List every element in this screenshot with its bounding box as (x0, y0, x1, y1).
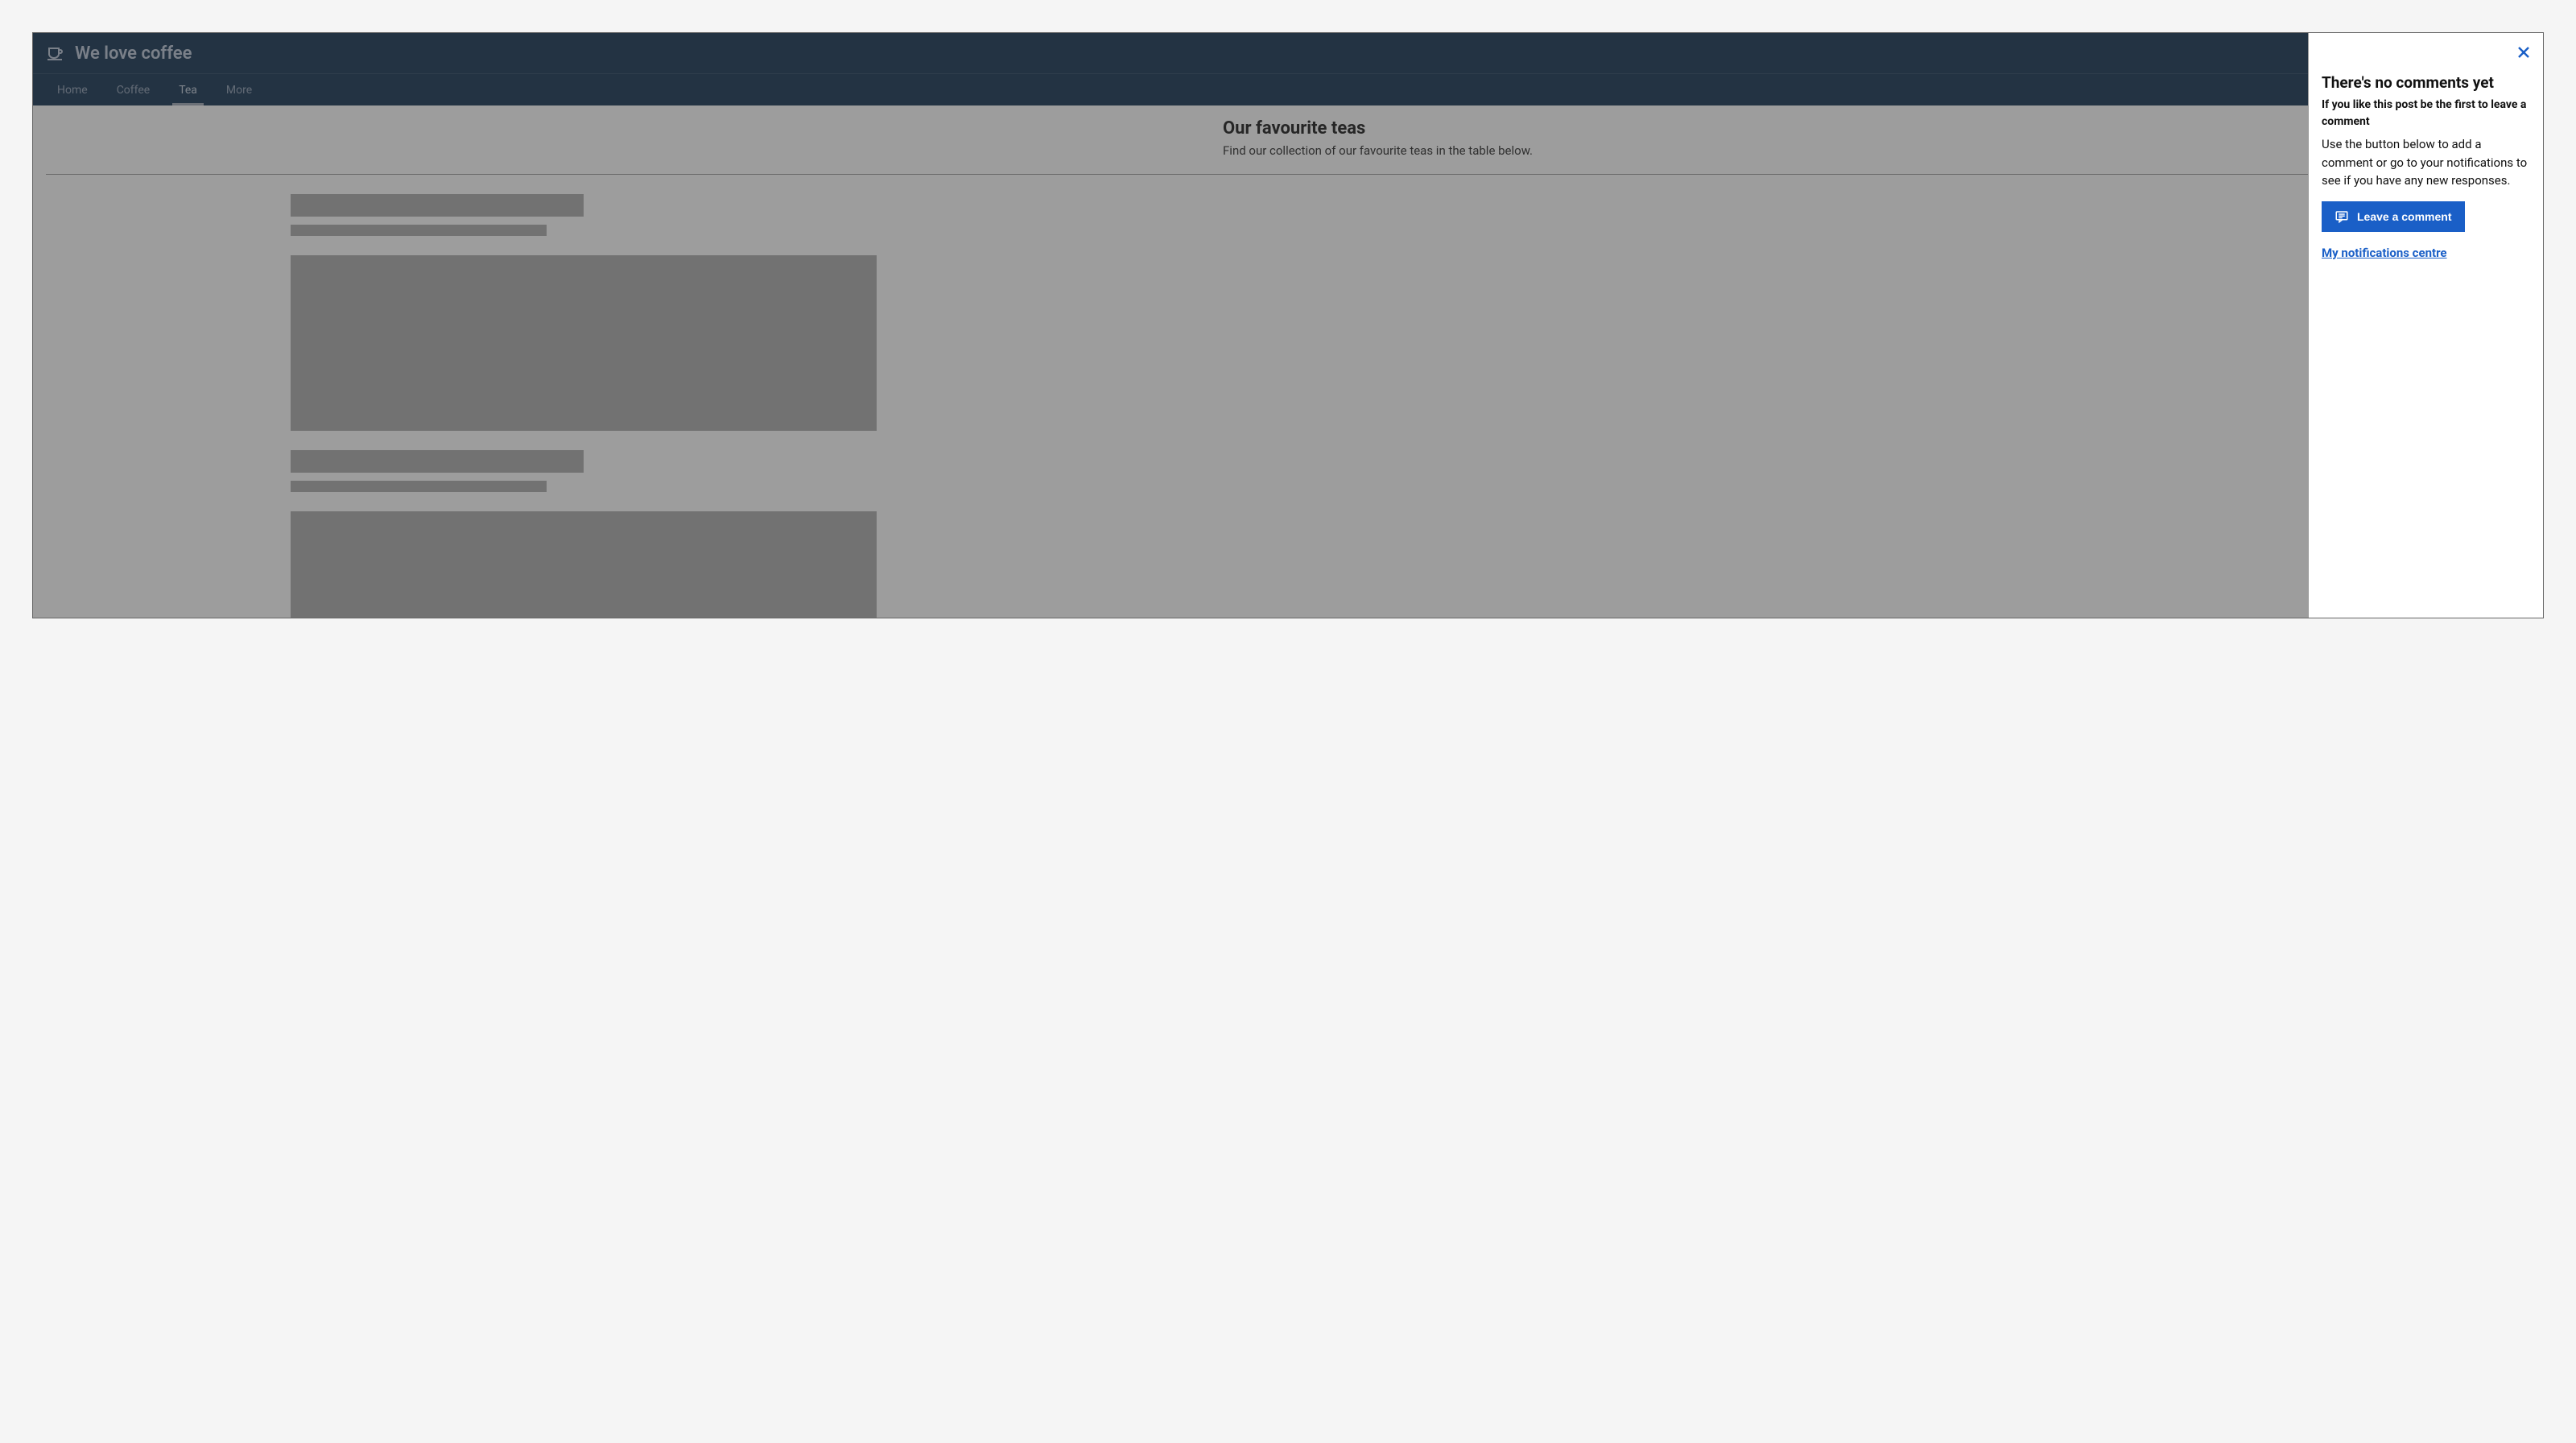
content-area: Our favourite teas Find our collection o… (33, 105, 2543, 618)
skeleton-content-block (291, 255, 877, 431)
nav-item-home[interactable]: Home (43, 74, 102, 105)
skeleton-subheading (291, 225, 547, 236)
skeleton-heading (291, 194, 584, 217)
page-header: Our favourite teas Find our collection o… (46, 105, 2530, 175)
app-container: We love coffee Search Home Coffee Tea Mo… (32, 32, 2544, 618)
panel-subheading: If you like this post be the first to le… (2322, 97, 2530, 130)
header-bar: We love coffee Search (33, 33, 2543, 73)
coffee-cup-icon (46, 43, 65, 63)
skeleton-content-block (291, 511, 877, 618)
skeleton-heading (291, 450, 584, 473)
comments-side-panel: There's no comments yet If you like this… (2308, 33, 2543, 618)
nav-item-more[interactable]: More (212, 74, 266, 105)
nav-item-tea[interactable]: Tea (164, 74, 212, 105)
close-button[interactable] (2514, 43, 2533, 62)
panel-body-text: Use the button below to add a comment or… (2322, 135, 2530, 190)
nav-item-coffee[interactable]: Coffee (102, 74, 165, 105)
leave-comment-label: Leave a comment (2357, 210, 2452, 223)
page-subtitle: Find our collection of our favourite tea… (1223, 143, 1582, 158)
page-title: Our favourite teas (1223, 118, 1582, 139)
notifications-link[interactable]: My notifications centre (2322, 246, 2447, 260)
skeleton-section (291, 450, 634, 618)
brand: We love coffee (46, 43, 192, 64)
panel-heading: There's no comments yet (2322, 73, 2530, 92)
brand-title: We love coffee (75, 43, 192, 64)
skeleton-subheading (291, 481, 547, 492)
nav-bar: Home Coffee Tea More (33, 73, 2543, 105)
leave-comment-button[interactable]: Leave a comment (2322, 201, 2465, 232)
skeleton-section (291, 194, 634, 431)
comment-icon (2334, 209, 2349, 224)
close-icon (2517, 46, 2530, 59)
